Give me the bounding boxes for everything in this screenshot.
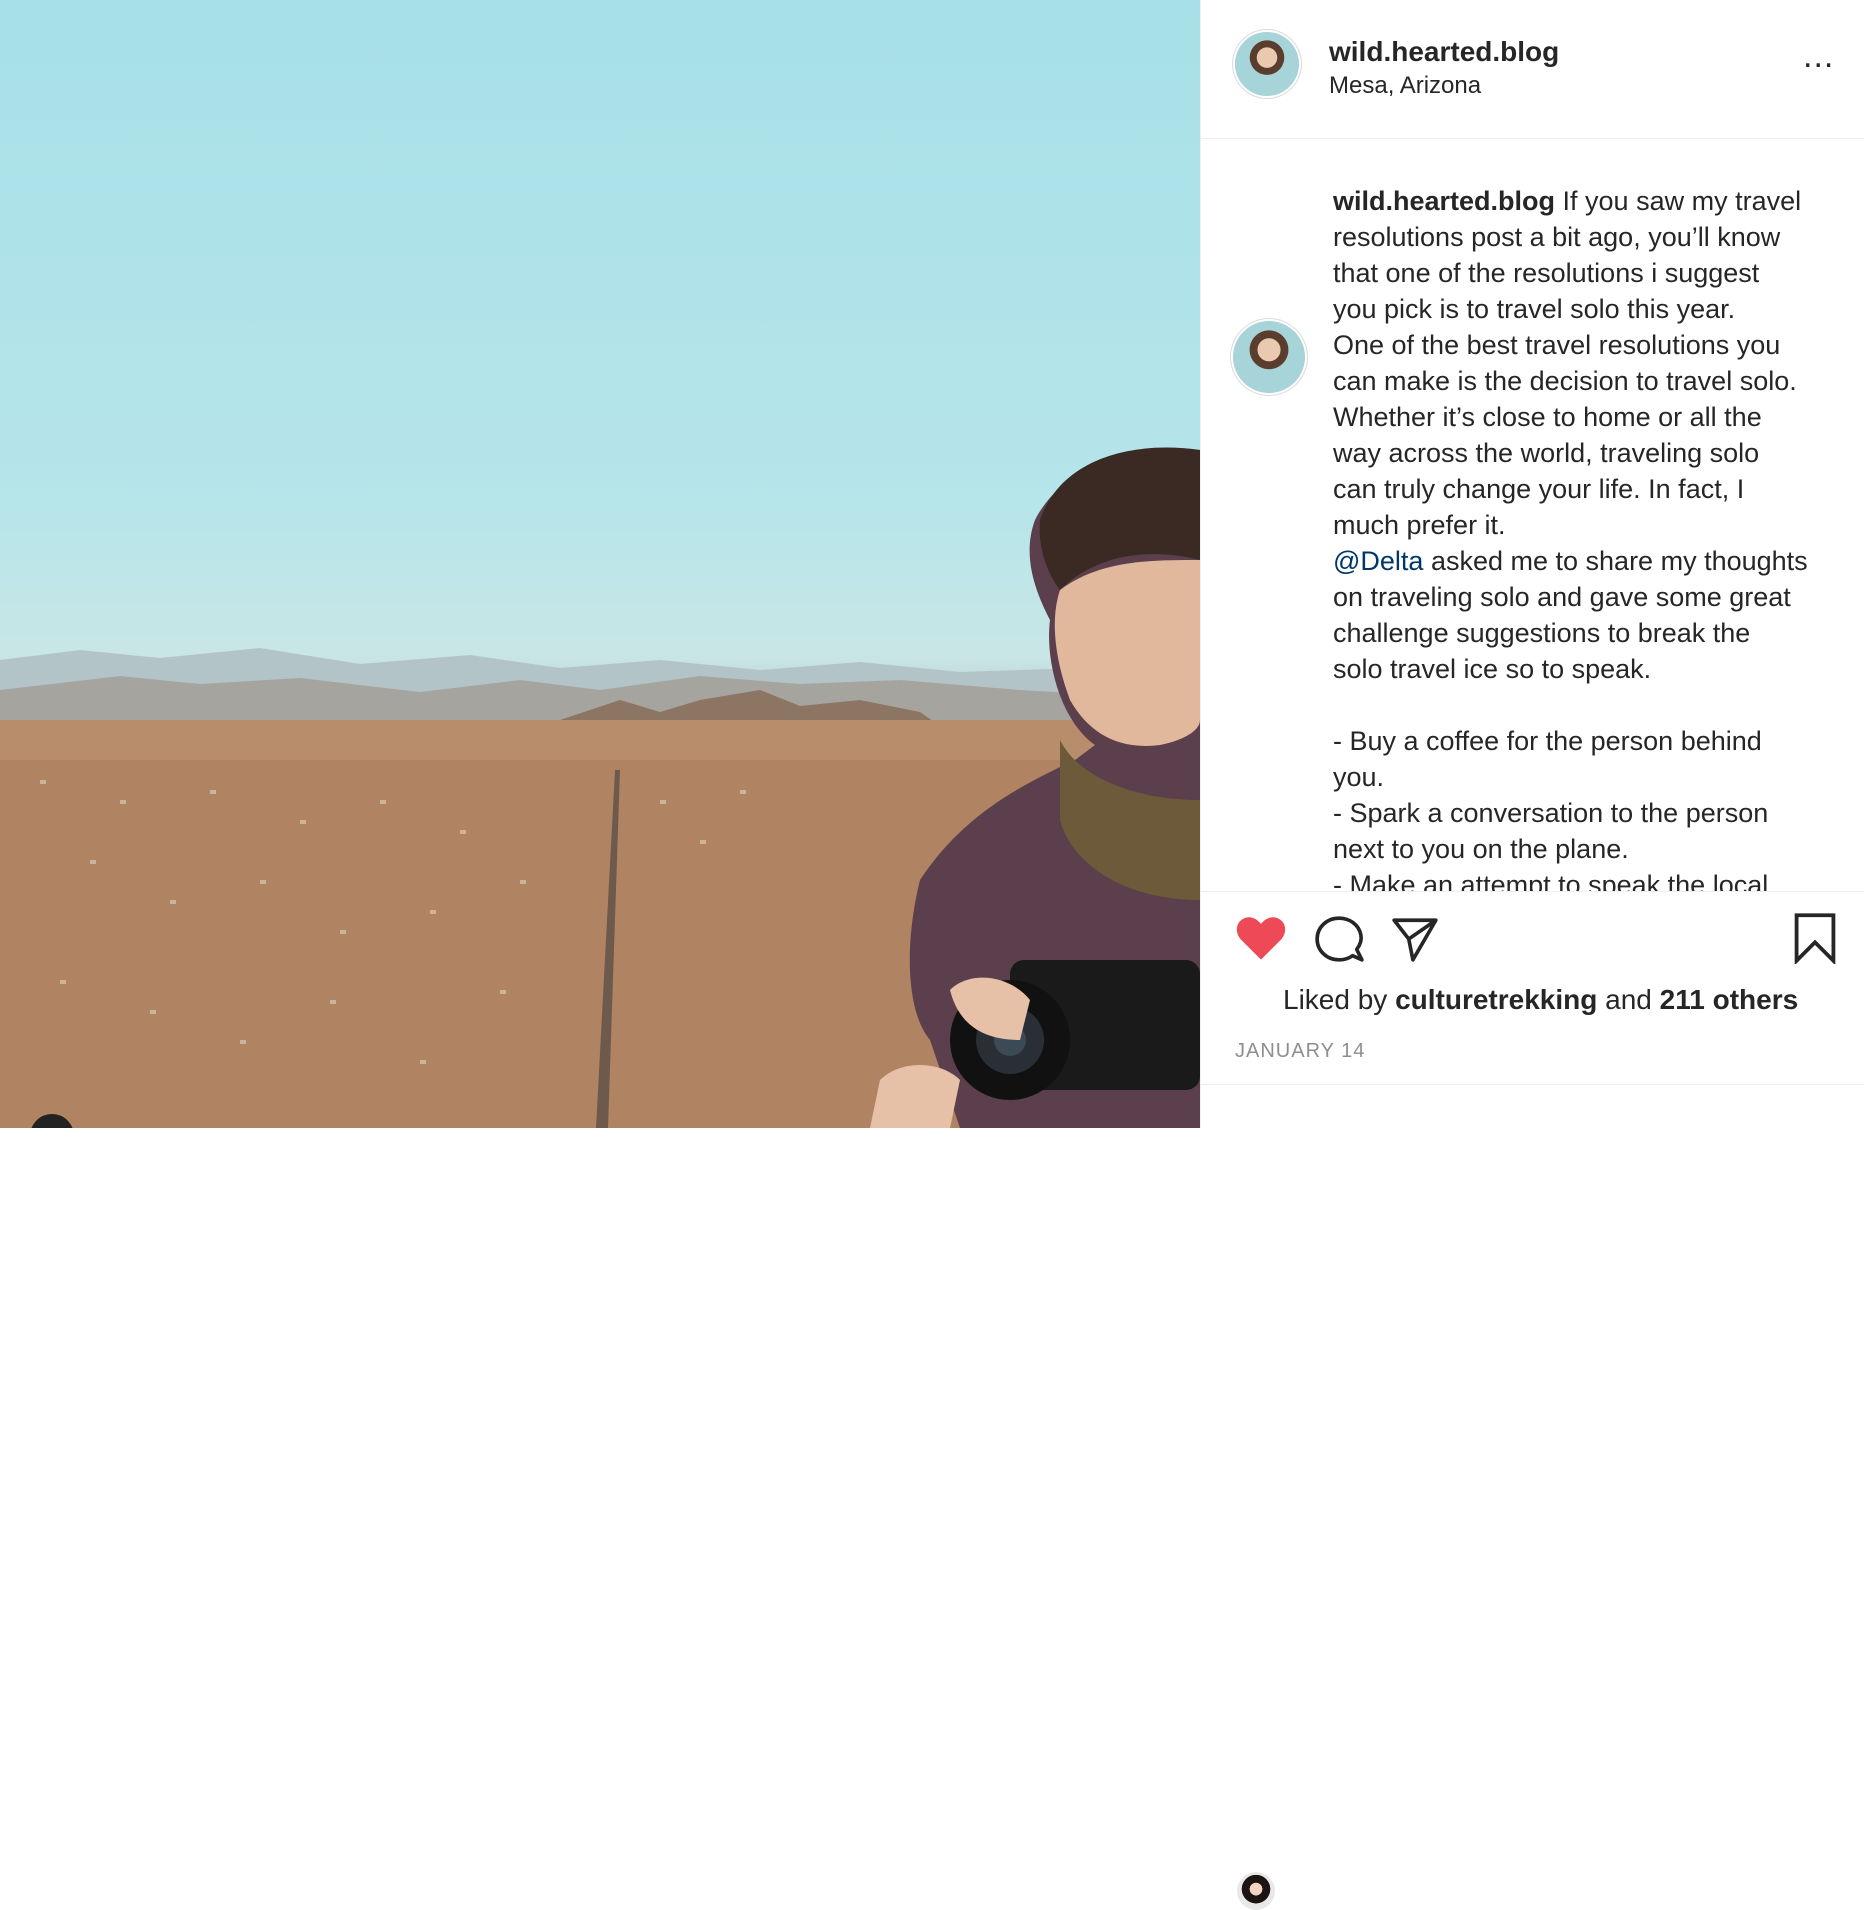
more-options-icon[interactable]: ... xyxy=(1803,39,1843,76)
author-avatar[interactable] xyxy=(1235,32,1299,96)
comment-icon[interactable] xyxy=(1313,914,1365,964)
likes-summary: Liked by culturetrekking and 211 others xyxy=(1283,984,1798,1016)
liker-username[interactable]: culturetrekking xyxy=(1395,984,1597,1015)
post-actions: Liked by culturetrekking and 211 others … xyxy=(1201,891,1864,1910)
caption-text: wild.hearted.blog If you saw my travel r… xyxy=(1333,183,1843,891)
photo-scene xyxy=(0,447,1200,1128)
author-username[interactable]: wild.hearted.blog xyxy=(1329,36,1559,68)
post-panel: wild.hearted.blog Mesa, Arizona ... wild… xyxy=(1200,0,1864,1910)
caption-area: wild.hearted.blog If you saw my travel r… xyxy=(1201,139,1864,891)
bookmark-icon[interactable] xyxy=(1793,912,1837,964)
caption-username[interactable]: wild.hearted.blog xyxy=(1333,186,1555,216)
caption-body: If you saw my travel resolutions post a … xyxy=(1333,186,1802,540)
post-header: wild.hearted.blog Mesa, Arizona ... xyxy=(1201,0,1864,139)
likes-prefix: Liked by xyxy=(1283,984,1396,1015)
caption-body-continued: asked me to share my thoughts on traveli… xyxy=(1333,546,1808,891)
caption-avatar[interactable] xyxy=(1233,321,1305,393)
paper-plane-icon[interactable] xyxy=(1389,914,1441,964)
likes-middle: and xyxy=(1597,984,1660,1015)
heart-icon[interactable] xyxy=(1235,914,1287,962)
divider xyxy=(1201,1084,1864,1085)
mention-link[interactable]: @Delta xyxy=(1333,546,1423,576)
post-location[interactable]: Mesa, Arizona xyxy=(1329,72,1481,100)
post-photo[interactable] xyxy=(0,0,1200,1128)
liker-avatar[interactable] xyxy=(1237,1872,1275,1910)
likes-count-link[interactable]: 211 others xyxy=(1660,984,1799,1015)
post-date[interactable]: JANUARY 14 xyxy=(1235,1040,1365,1063)
